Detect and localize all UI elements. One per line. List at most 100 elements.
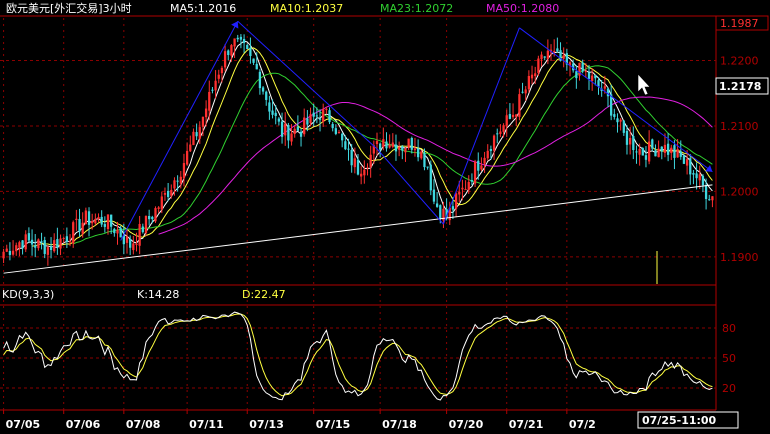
- candle-body: [410, 138, 413, 150]
- candle-body: [423, 153, 426, 168]
- candle-body: [265, 91, 268, 100]
- candlestick-layer: [2, 34, 714, 266]
- candle-body: [303, 117, 306, 135]
- candle-body: [698, 174, 701, 181]
- candle-body: [21, 240, 24, 249]
- candle-body: [537, 58, 540, 74]
- candle-body: [106, 214, 110, 230]
- candle-body: [660, 146, 663, 152]
- candle-body: [511, 114, 515, 118]
- candle-body: [15, 245, 18, 252]
- candle-body: [65, 236, 69, 242]
- candle-body: [84, 210, 87, 225]
- candle-body: [366, 167, 369, 169]
- candle-body: [666, 143, 670, 155]
- candle-body: [704, 185, 708, 199]
- candle-body: [217, 74, 220, 79]
- candle-body: [280, 121, 284, 137]
- candle-body: [401, 146, 404, 151]
- grid-layer: [0, 18, 716, 410]
- candle-body: [515, 114, 518, 117]
- candle-body: [350, 149, 353, 166]
- candle-body: [562, 55, 565, 59]
- candle-body: [647, 141, 651, 162]
- candle-body: [632, 135, 635, 151]
- candle-body: [94, 218, 97, 224]
- candle-body: [220, 67, 224, 74]
- candle-body: [255, 63, 258, 70]
- candle-body: [30, 239, 34, 245]
- candle-body: [49, 246, 53, 251]
- candle-body: [11, 250, 15, 255]
- candle-body: [34, 245, 37, 248]
- candle-body: [534, 73, 537, 77]
- price-tick-label: 1.2200: [720, 55, 759, 68]
- candle-body: [461, 187, 464, 190]
- candle-body: [40, 241, 43, 243]
- candle-body: [242, 38, 246, 43]
- time-tick-label: 07/21: [509, 418, 544, 431]
- forex-chart: 欧元美元[外汇交易]3小时 MA5:1.2016 MA10:1.2037 MA2…: [0, 1, 769, 431]
- chart-title: 欧元美元[外汇交易]3小时: [6, 1, 132, 15]
- candle-body: [432, 189, 436, 202]
- high-price-label: 1.1987: [720, 17, 759, 30]
- candle-body: [502, 125, 505, 132]
- time-axis: 07/05 07/06 07/08 07/11 07/13 07/15 07/18 07/20…: [3, 410, 596, 431]
- candle-body: [284, 123, 287, 136]
- candle-body: [100, 216, 103, 225]
- candle-body: [530, 74, 534, 79]
- candle-body: [163, 192, 167, 195]
- candle-body: [236, 37, 239, 40]
- ma50-legend: MA50:1.2080: [486, 2, 559, 15]
- kd-tick-label: 80: [722, 322, 736, 335]
- kd-axis: 20 50 80: [722, 322, 736, 395]
- time-tick-label: 07/11: [189, 418, 224, 431]
- current-price-label: 1.2178: [719, 80, 761, 93]
- candle-body: [176, 180, 179, 182]
- candle-body: [296, 126, 300, 131]
- candle-body: [363, 169, 366, 176]
- candle-body: [230, 45, 233, 56]
- time-tick-label: 07/13: [249, 418, 284, 431]
- candle-body: [543, 56, 546, 58]
- candle-body: [467, 181, 470, 190]
- candle-body: [148, 216, 151, 220]
- indicator-name: KD(9,3,3): [2, 288, 54, 301]
- kd-tick-label: 50: [722, 352, 736, 365]
- candle-body: [170, 189, 173, 196]
- candle-body: [385, 141, 388, 149]
- candle-body: [644, 155, 648, 160]
- d-line: [3, 313, 713, 397]
- candle-body: [135, 243, 138, 245]
- candle-body: [397, 147, 401, 150]
- candle-body: [274, 112, 277, 117]
- candle-body: [252, 58, 255, 63]
- candle-body: [125, 236, 129, 243]
- candle-body: [18, 242, 21, 248]
- time-tick-label: 07/06: [66, 418, 101, 431]
- candle-body: [391, 142, 394, 147]
- candle-body: [575, 71, 578, 79]
- candle-body: [540, 54, 543, 60]
- candle-body: [24, 234, 27, 250]
- candle-body: [458, 191, 461, 195]
- candle-body: [685, 159, 689, 166]
- candle-body: [179, 176, 182, 184]
- candle-body: [426, 166, 429, 168]
- candle-body: [56, 239, 59, 248]
- candle-body: [62, 237, 65, 239]
- candle-body: [261, 87, 265, 92]
- candle-body: [404, 148, 407, 153]
- candle-body: [309, 114, 312, 123]
- candle-body: [594, 75, 597, 79]
- candle-body: [382, 139, 385, 148]
- price-tick-label: 1.2100: [720, 120, 759, 133]
- candle-body: [81, 222, 84, 234]
- ma5-legend: MA5:1.2016: [170, 2, 236, 15]
- candle-body: [454, 193, 458, 209]
- candle-body: [375, 140, 379, 145]
- candle-body: [211, 89, 214, 91]
- candle-body: [204, 108, 208, 118]
- candle-body: [689, 158, 692, 175]
- candle-body: [429, 164, 432, 191]
